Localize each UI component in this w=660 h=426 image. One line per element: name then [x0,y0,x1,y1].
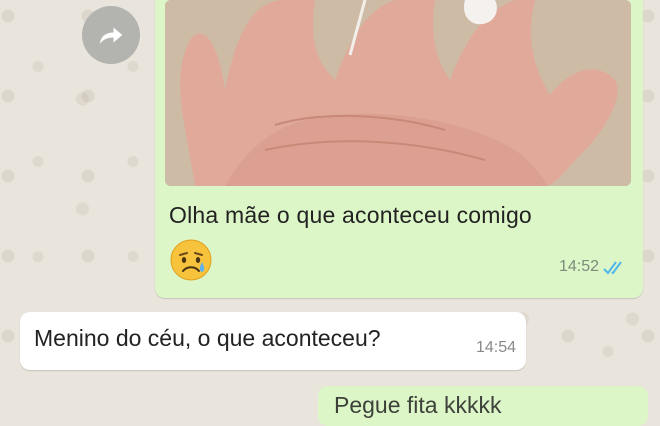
message-time: 14:52 [558,258,599,275]
message-text: Pegue fita kkkkk [334,392,502,418]
message-text: Menino do céu, o que aconteceu? [34,325,381,351]
message-caption: Olha mãe o que aconteceu comigo [169,202,532,228]
disappointed-relieved-face-icon [170,239,212,281]
forward-arrow-icon [99,27,123,44]
hand-photo [165,0,631,186]
message-photo[interactable] [165,0,631,186]
read-receipt-icon [603,261,622,275]
message-time: 14:54 [475,339,516,356]
incoming-message[interactable]: Menino do céu, o que aconteceu? 14:54 [20,312,526,370]
forward-button[interactable] [82,6,140,64]
outgoing-photo-message[interactable]: Olha mãe o que aconteceu comigo 14:52 [155,0,643,298]
outgoing-message[interactable]: Pegue fita kkkkk [318,386,648,426]
